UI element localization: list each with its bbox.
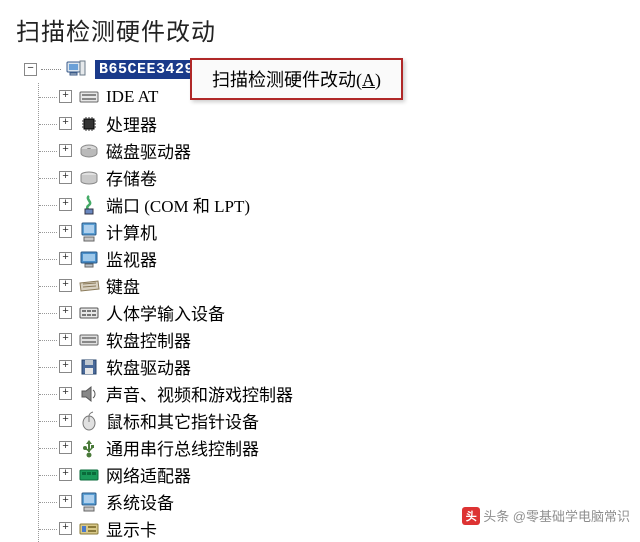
- expand-icon[interactable]: +: [59, 468, 72, 481]
- menu-accel: A: [362, 70, 375, 90]
- usb-icon: [78, 437, 100, 459]
- tree-line: [41, 69, 61, 70]
- expand-icon[interactable]: +: [59, 522, 72, 535]
- expand-icon[interactable]: +: [59, 279, 72, 292]
- node-label: 人体学输入设备: [106, 300, 225, 325]
- computer-icon: [78, 221, 100, 243]
- network-adapter-icon: [78, 464, 100, 486]
- node-label: 系统设备: [106, 489, 174, 514]
- tree-node-mouse[interactable]: + 鼠标和其它指针设备: [59, 407, 640, 434]
- system-device-icon: [78, 491, 100, 513]
- context-menu-item-scan[interactable]: 扫描检测硬件改动(A): [190, 58, 403, 100]
- expand-icon[interactable]: +: [59, 441, 72, 454]
- menu-label: 扫描检测硬件改动(: [212, 70, 362, 90]
- node-label: 通用串行总线控制器: [106, 435, 259, 460]
- node-label: 存储卷: [106, 165, 157, 190]
- monitor-icon: [78, 248, 100, 270]
- node-label: 显示卡: [106, 516, 157, 541]
- sound-icon: [78, 383, 100, 405]
- expand-icon[interactable]: +: [59, 171, 72, 184]
- tree-node-disk[interactable]: + 磁盘驱动器: [59, 137, 640, 164]
- tree-children: + IDE AT + 处理器 + 磁盘驱动器 + 存储卷: [38, 83, 640, 542]
- node-label: 磁盘驱动器: [106, 138, 191, 163]
- expand-icon[interactable]: +: [59, 414, 72, 427]
- node-label: 鼠标和其它指针设备: [106, 408, 259, 433]
- expand-icon[interactable]: +: [59, 387, 72, 400]
- floppy-controller-icon: [78, 329, 100, 351]
- node-label: IDE AT: [106, 87, 158, 107]
- collapse-icon[interactable]: −: [24, 63, 37, 76]
- display-adapter-icon: [78, 518, 100, 540]
- page-title: 扫描检测硬件改动: [0, 0, 640, 57]
- hid-icon: [78, 302, 100, 324]
- processor-icon: [78, 113, 100, 135]
- node-label: 监视器: [106, 246, 157, 271]
- tree-node-computer[interactable]: + 计算机: [59, 218, 640, 245]
- node-label: 网络适配器: [106, 462, 191, 487]
- expand-icon[interactable]: +: [59, 225, 72, 238]
- node-label: 软盘控制器: [106, 327, 191, 352]
- node-label: 处理器: [106, 111, 157, 136]
- expand-icon[interactable]: +: [59, 360, 72, 373]
- port-icon: [78, 194, 100, 216]
- node-label: 键盘: [106, 273, 140, 298]
- expand-icon[interactable]: +: [59, 495, 72, 508]
- tree-node-monitor[interactable]: + 监视器: [59, 245, 640, 272]
- mouse-icon: [78, 410, 100, 432]
- tree-node-usb[interactable]: + 通用串行总线控制器: [59, 434, 640, 461]
- node-label: 软盘驱动器: [106, 354, 191, 379]
- floppy-drive-icon: [78, 356, 100, 378]
- tree-node-hid[interactable]: + 人体学输入设备: [59, 299, 640, 326]
- node-label: 声音、视频和游戏控制器: [106, 381, 293, 406]
- storage-volume-icon: [78, 167, 100, 189]
- tree-node-ports[interactable]: + 端口 (COM 和 LPT): [59, 191, 640, 218]
- menu-tail: ): [375, 70, 381, 90]
- tree-node-network[interactable]: + 网络适配器: [59, 461, 640, 488]
- tree-node-volume[interactable]: + 存储卷: [59, 164, 640, 191]
- expand-icon[interactable]: +: [59, 306, 72, 319]
- tree-node-sound[interactable]: + 声音、视频和游戏控制器: [59, 380, 640, 407]
- expand-icon[interactable]: +: [59, 117, 72, 130]
- node-label: 计算机: [106, 219, 157, 244]
- watermark-text: 头条 @零基础学电脑常识: [483, 506, 630, 525]
- disk-drive-icon: [78, 140, 100, 162]
- expand-icon[interactable]: +: [59, 144, 72, 157]
- expand-icon[interactable]: +: [59, 333, 72, 346]
- node-label: 端口 (COM 和 LPT): [106, 192, 250, 217]
- keyboard-icon: [78, 275, 100, 297]
- tree-node-floppy-drive[interactable]: + 软盘驱动器: [59, 353, 640, 380]
- ide-controller-icon: [78, 86, 100, 108]
- computer-icon: [65, 58, 87, 80]
- tree-node-processor[interactable]: + 处理器: [59, 110, 640, 137]
- tree-node-keyboard[interactable]: + 键盘: [59, 272, 640, 299]
- watermark: 头 头条 @零基础学电脑常识: [462, 506, 630, 525]
- expand-icon[interactable]: +: [59, 252, 72, 265]
- device-tree: − B65CEE34297249E + IDE AT + 处理器: [0, 57, 640, 542]
- tree-node-floppy-controller[interactable]: + 软盘控制器: [59, 326, 640, 353]
- watermark-logo-icon: 头: [462, 507, 480, 525]
- expand-icon[interactable]: +: [59, 198, 72, 211]
- expand-icon[interactable]: +: [59, 90, 72, 103]
